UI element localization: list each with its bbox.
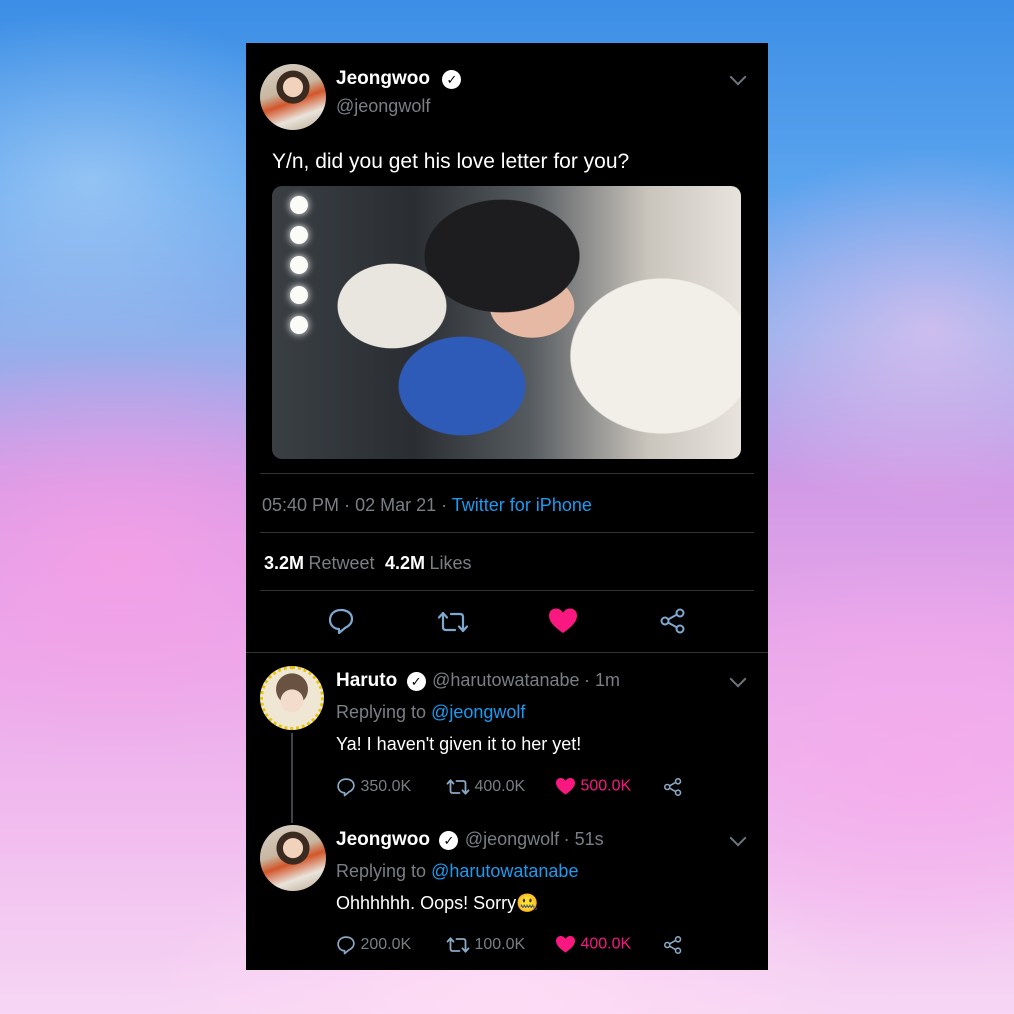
tweet-stats: 3.2M Retweet 4.2M Likes <box>264 553 472 574</box>
retweet-icon <box>446 779 470 795</box>
tweet-media-image[interactable] <box>272 186 741 459</box>
heart-icon <box>556 936 575 953</box>
replying-to: Replying to @harutowatanabe <box>336 861 579 881</box>
reply-header: Jeongwoo ✓ @jeongwolf · 51s <box>336 829 604 851</box>
mirror-light <box>290 196 308 214</box>
share-icon[interactable] <box>663 935 683 955</box>
reply-action-bar: 350.0K 400.0K 500.0K <box>336 777 756 799</box>
tweet-card: Jeongwoo ✓ @jeongwolf Y/n, did you get h… <box>246 43 768 970</box>
like-count: 400.0K <box>580 935 632 953</box>
retweet-icon[interactable] <box>437 609 469 635</box>
reply-text: Ohhhhhh. Oops! Sorry🤐 <box>336 893 539 913</box>
zipper-mouth-emoji: 🤐 <box>516 893 539 913</box>
chevron-down-icon[interactable] <box>729 68 747 86</box>
like-button[interactable]: 500.0K <box>555 777 631 796</box>
reply-button[interactable]: 350.0K <box>336 777 411 797</box>
reply-author-name[interactable]: Haruto <box>336 670 397 691</box>
share-icon[interactable] <box>659 607 687 635</box>
divider <box>260 532 754 533</box>
mirror-light <box>290 226 308 244</box>
reply-count: 350.0K <box>360 778 412 795</box>
retweet-count[interactable]: 3.2M <box>264 553 304 573</box>
tweet-date: 02 Mar 21 <box>355 495 437 515</box>
reply-icon[interactable] <box>327 607 355 635</box>
reply-age: 51s <box>574 829 604 849</box>
reply-header: Haruto ✓ @harutowatanabe · 1m <box>336 670 620 692</box>
share-icon[interactable] <box>663 777 683 797</box>
divider <box>260 473 754 474</box>
author-name[interactable]: Jeongwoo <box>336 68 430 89</box>
avatar[interactable] <box>260 64 326 130</box>
avatar[interactable] <box>260 825 326 891</box>
divider <box>246 652 768 653</box>
thread-connector <box>291 733 293 823</box>
tweet-meta: 05:40 PM · 02 Mar 21 · Twitter for iPhon… <box>262 495 592 515</box>
reply-icon <box>337 778 355 797</box>
tweet-text: Y/n, did you get his love letter for you… <box>272 150 630 173</box>
mirror-light <box>290 256 308 274</box>
reply-age: 1m <box>594 670 620 690</box>
tweet-source-link[interactable]: Twitter for iPhone <box>452 495 592 515</box>
reply-button[interactable]: 200.0K <box>336 935 411 955</box>
verified-icon: ✓ <box>439 831 459 851</box>
retweet-label[interactable]: Retweet <box>308 553 374 573</box>
mirror-light <box>290 286 308 304</box>
reply-author-handle[interactable]: @jeongwolf <box>465 829 559 849</box>
mirror-light <box>290 316 308 334</box>
verified-icon: ✓ <box>406 672 426 692</box>
replying-to-link[interactable]: @harutowatanabe <box>431 861 578 881</box>
like-label[interactable]: Likes <box>429 553 471 573</box>
chevron-down-icon[interactable] <box>729 670 747 688</box>
reply-count: 200.0K <box>360 936 412 953</box>
retweet-count: 400.0K <box>474 778 526 795</box>
replying-to-link[interactable]: @jeongwolf <box>431 702 525 722</box>
author-handle[interactable]: @jeongwolf <box>336 96 430 117</box>
retweet-button[interactable]: 100.0K <box>446 935 525 955</box>
heart-icon <box>556 778 575 795</box>
verified-icon: ✓ <box>442 70 462 90</box>
chevron-down-icon[interactable] <box>729 829 747 847</box>
retweet-button[interactable]: 400.0K <box>446 777 525 797</box>
retweet-icon <box>446 937 470 953</box>
avatar[interactable] <box>260 666 324 730</box>
retweet-count: 100.0K <box>474 936 526 953</box>
like-button[interactable]: 400.0K <box>555 935 631 954</box>
reply-icon <box>337 936 355 955</box>
reply-author-name[interactable]: Jeongwoo <box>336 829 430 850</box>
tweet-time: 05:40 PM <box>262 495 340 515</box>
replying-to: Replying to @jeongwolf <box>336 702 526 722</box>
like-count[interactable]: 4.2M <box>385 553 425 573</box>
like-count: 500.0K <box>580 777 632 795</box>
author-row: Jeongwoo ✓ <box>336 68 462 90</box>
heart-icon[interactable] <box>548 607 578 635</box>
reply-action-bar: 200.0K 100.0K 400.0K <box>336 935 756 957</box>
reply-text: Ya! I haven't given it to her yet! <box>336 734 582 754</box>
divider <box>260 590 754 591</box>
reply-author-handle[interactable]: @harutowatanabe <box>432 670 579 690</box>
